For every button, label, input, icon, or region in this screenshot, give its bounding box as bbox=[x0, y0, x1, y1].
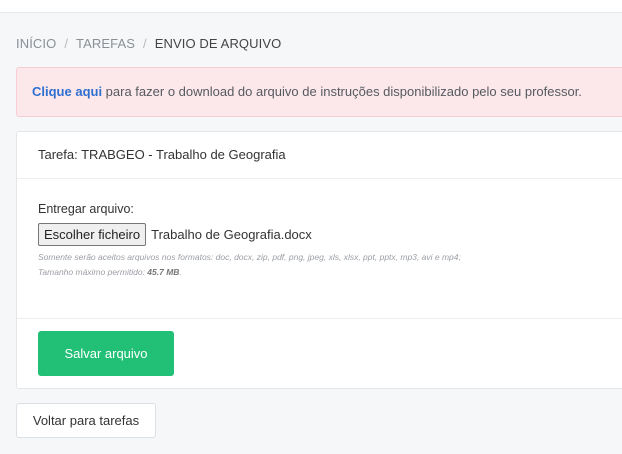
alert-message: para fazer o download do arquivo de inst… bbox=[102, 84, 582, 99]
max-size-note: Tamanho máximo permitido: 45.7 MB. bbox=[38, 267, 182, 277]
download-instructions-link[interactable]: Clique aqui bbox=[32, 84, 102, 99]
breadcrumb: INÍCIO / TAREFAS / ENVIO DE ARQUIVO bbox=[16, 36, 281, 51]
top-bar bbox=[0, 0, 622, 13]
choose-file-button[interactable]: Escolher ficheiro bbox=[38, 223, 147, 246]
breadcrumb-current: ENVIO DE ARQUIVO bbox=[154, 36, 282, 51]
instructions-alert: Clique aqui para fazer o download do arq… bbox=[16, 67, 622, 117]
breadcrumb-separator: / bbox=[143, 36, 147, 51]
upload-field-label: Entregar arquivo: bbox=[38, 202, 134, 216]
allowed-formats-note: Somente serão aceitos arquivos nos forma… bbox=[38, 252, 461, 262]
selected-file-name: Trabalho de Geografia.docx bbox=[151, 227, 312, 242]
max-size-prefix: Tamanho máximo permitido: bbox=[38, 267, 148, 277]
back-to-tasks-button[interactable]: Voltar para tarefas bbox=[16, 403, 156, 438]
file-input: Escolher ficheiro Trabalho de Geografia.… bbox=[38, 223, 312, 246]
upload-card: Tarefa: TRABGEO - Trabalho de Geografia … bbox=[16, 131, 622, 389]
max-size-value: 45.7 MB bbox=[147, 267, 180, 277]
max-size-suffix: . bbox=[179, 267, 182, 277]
breadcrumb-tasks-link[interactable]: TAREFAS bbox=[76, 36, 135, 51]
save-file-button[interactable]: Salvar arquivo bbox=[38, 331, 174, 376]
upload-form-body: Entregar arquivo: Escolher ficheiro Trab… bbox=[17, 179, 622, 319]
breadcrumb-home-link[interactable]: INÍCIO bbox=[16, 36, 56, 51]
breadcrumb-separator: / bbox=[64, 36, 69, 51]
task-title: Tarefa: TRABGEO - Trabalho de Geografia bbox=[17, 132, 622, 179]
